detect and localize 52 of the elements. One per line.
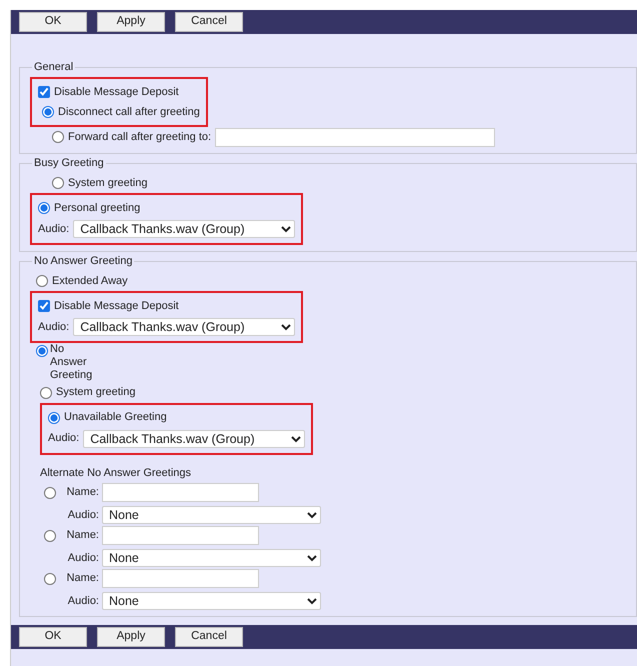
section-heading: Alternate No Answer Greetings xyxy=(40,466,192,479)
section-legend: Busy Greeting xyxy=(32,158,106,169)
ok-button[interactable]: OK xyxy=(19,12,87,32)
option-label: Extended Away xyxy=(52,274,128,289)
name-label: Name: xyxy=(66,528,100,544)
option-label: System greeting xyxy=(56,385,136,400)
cancel-button[interactable]: Cancel xyxy=(175,627,243,648)
section-legend: No Answer Greeting xyxy=(32,256,134,267)
ok-button[interactable]: OK xyxy=(19,627,87,648)
option-label: Unavailable Greeting xyxy=(64,410,167,426)
radio-button[interactable] xyxy=(44,530,56,542)
option-label: Disconnect call after greeting xyxy=(58,104,200,120)
audio-label: Audio: xyxy=(66,594,100,609)
option-label: Disable Message Deposit xyxy=(54,298,179,314)
option-label: No Answer Greeting xyxy=(50,343,92,383)
radio-button[interactable] xyxy=(38,202,50,214)
option-label: Forward call after greeting to: xyxy=(68,130,212,145)
audio-label: Audio: xyxy=(38,320,70,335)
checkbox[interactable] xyxy=(38,86,50,98)
option-label: System greeting xyxy=(68,176,148,191)
audio-label: Audio: xyxy=(66,508,100,523)
radio-button[interactable] xyxy=(40,386,52,399)
audio-select[interactable]: None xyxy=(102,549,321,568)
apply-button[interactable]: Apply xyxy=(97,627,165,648)
radio-button[interactable] xyxy=(44,486,56,499)
radio-button[interactable] xyxy=(36,345,48,357)
name-field[interactable] xyxy=(102,526,259,546)
option-label: Personal greeting xyxy=(54,200,140,216)
name-field[interactable] xyxy=(102,483,259,502)
cancel-button[interactable]: Cancel xyxy=(175,12,243,32)
name-field[interactable] xyxy=(102,569,259,588)
radio-button[interactable] xyxy=(42,106,54,118)
audio-select[interactable]: Callback Thanks.wav (Group) xyxy=(73,220,296,238)
radio-button[interactable] xyxy=(44,572,56,585)
radio-button[interactable] xyxy=(48,412,60,424)
option-label: Disable Message Deposit xyxy=(54,84,179,100)
audio-select[interactable]: Callback Thanks.wav (Group) xyxy=(73,318,296,336)
apply-button[interactable]: Apply xyxy=(97,12,165,32)
audio-select[interactable]: Callback Thanks.wav (Group) xyxy=(83,430,306,448)
radio-button[interactable] xyxy=(52,131,64,143)
checkbox[interactable] xyxy=(38,300,50,312)
section-legend: General xyxy=(32,62,76,73)
radio-button[interactable] xyxy=(36,275,48,287)
audio-select[interactable]: None xyxy=(102,506,321,524)
text-field[interactable] xyxy=(215,128,496,146)
audio-label: Audio: xyxy=(66,550,100,566)
audio-label: Audio: xyxy=(38,222,70,237)
name-label: Name: xyxy=(66,485,100,500)
name-label: Name: xyxy=(66,571,100,586)
radio-button[interactable] xyxy=(52,177,64,189)
audio-select[interactable]: None xyxy=(102,592,321,610)
audio-label: Audio: xyxy=(48,431,80,446)
